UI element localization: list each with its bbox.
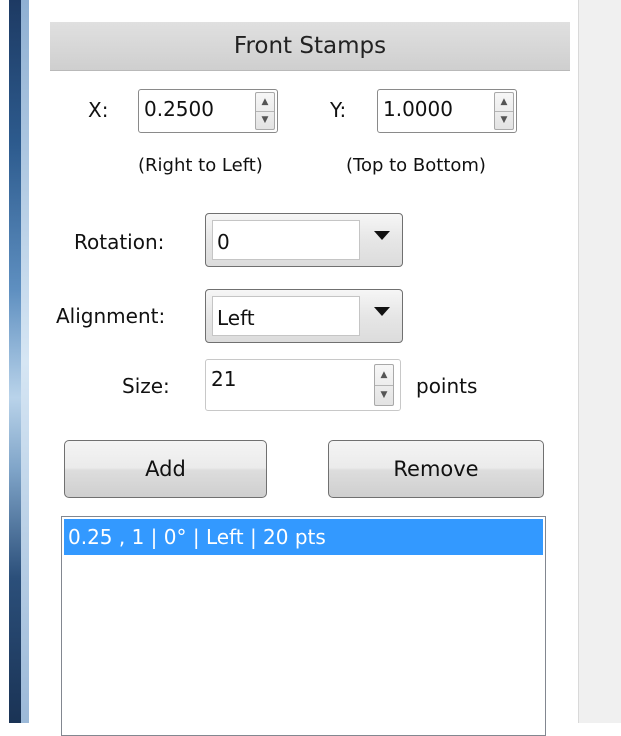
alignment-value-box: Left bbox=[212, 296, 360, 336]
size-spin-arrows[interactable]: ▲ ▼ bbox=[374, 364, 394, 406]
x-spin-arrows[interactable]: ▲ ▼ bbox=[255, 92, 275, 130]
add-button[interactable]: Add bbox=[64, 440, 267, 498]
window-edge bbox=[0, 0, 34, 723]
spin-down-arrow-icon[interactable]: ▼ bbox=[495, 111, 513, 129]
window-edge-dark bbox=[9, 0, 21, 723]
spin-up-arrow-icon[interactable]: ▲ bbox=[375, 365, 393, 386]
spin-down-arrow-icon[interactable]: ▼ bbox=[375, 385, 393, 405]
rotation-value-box: 0 bbox=[212, 220, 360, 260]
size-value[interactable]: 21 bbox=[211, 367, 236, 391]
dropdown-caret-icon[interactable] bbox=[374, 307, 390, 316]
dropdown-caret-icon[interactable] bbox=[374, 231, 390, 240]
y-label: Y: bbox=[330, 98, 347, 122]
y-spin-arrows[interactable]: ▲ ▼ bbox=[494, 92, 514, 130]
spin-down-arrow-icon[interactable]: ▼ bbox=[256, 111, 274, 129]
alignment-dropdown[interactable]: Left bbox=[205, 289, 403, 343]
rotation-value: 0 bbox=[217, 230, 230, 254]
spin-up-arrow-icon[interactable]: ▲ bbox=[495, 93, 513, 112]
spin-up-arrow-icon[interactable]: ▲ bbox=[256, 93, 274, 112]
alignment-label: Alignment: bbox=[56, 304, 166, 328]
size-label: Size: bbox=[122, 374, 170, 398]
x-hint: (Right to Left) bbox=[138, 155, 263, 176]
y-value[interactable]: 1.0000 bbox=[383, 97, 453, 121]
right-gray-strip bbox=[578, 0, 621, 723]
rotation-label: Rotation: bbox=[74, 230, 165, 254]
list-item[interactable]: 0.25 , 1 | 0° | Left | 20 pts bbox=[64, 519, 543, 555]
x-spinbox[interactable]: 0.2500 ▲ ▼ bbox=[138, 89, 278, 133]
y-spinbox[interactable]: 1.0000 ▲ ▼ bbox=[377, 89, 517, 133]
size-spinbox[interactable]: 21 ▲ ▼ bbox=[205, 359, 401, 411]
alignment-value: Left bbox=[217, 306, 255, 330]
stamps-listbox[interactable]: 0.25 , 1 | 0° | Left | 20 pts bbox=[61, 516, 546, 736]
rotation-dropdown[interactable]: 0 bbox=[205, 213, 403, 267]
x-label: X: bbox=[88, 98, 109, 122]
window-edge-light bbox=[21, 0, 29, 723]
panel-title: Front Stamps bbox=[50, 22, 570, 71]
size-unit: points bbox=[416, 374, 478, 398]
x-value[interactable]: 0.2500 bbox=[144, 97, 214, 121]
y-hint: (Top to Bottom) bbox=[346, 155, 486, 176]
remove-button[interactable]: Remove bbox=[328, 440, 544, 498]
